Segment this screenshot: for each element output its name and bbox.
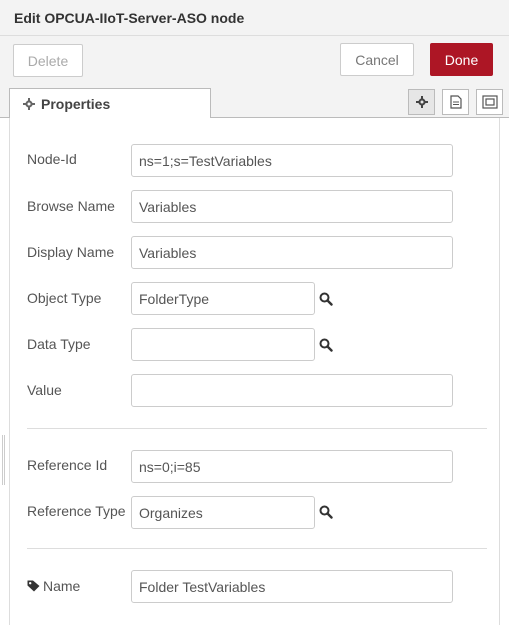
node-id-input[interactable]: ns=1;s=TestVariables	[131, 144, 453, 177]
data-type-label: Data Type	[27, 336, 91, 352]
name-label: Name	[43, 578, 81, 594]
display-name-label: Display Name	[27, 244, 115, 260]
reference-type-input[interactable]: Organizes	[131, 496, 315, 529]
node-id-label: Node-Id	[27, 151, 77, 167]
value-label: Value	[27, 382, 62, 398]
search-icon[interactable]	[319, 292, 333, 306]
tab-properties[interactable]: Properties	[9, 88, 211, 119]
gear-icon	[23, 97, 35, 110]
cancel-button[interactable]: Cancel	[340, 43, 414, 76]
tab-settings[interactable]	[408, 89, 435, 115]
tab-properties-label: Properties	[41, 95, 111, 112]
reference-id-input[interactable]: ns=0;i=85	[131, 450, 453, 483]
tag-icon	[27, 580, 40, 592]
resize-handle[interactable]	[2, 435, 5, 485]
display-name-input[interactable]: Variables	[131, 236, 453, 269]
done-button[interactable]: Done	[430, 43, 493, 76]
reference-id-label: Reference Id	[27, 457, 108, 473]
tray-toolbar: Delete Cancel Done	[0, 36, 509, 86]
browse-name-label: Browse Name	[27, 198, 115, 214]
section-divider	[27, 428, 487, 429]
data-type-input[interactable]	[131, 328, 315, 361]
value-input[interactable]	[131, 374, 453, 407]
section-divider	[27, 548, 487, 549]
tray-header: Edit OPCUA-IIoT-Server-ASO node	[0, 0, 509, 36]
tab-appearance[interactable]	[476, 89, 503, 115]
search-icon[interactable]	[319, 338, 333, 352]
search-icon[interactable]	[319, 505, 333, 519]
name-input[interactable]: Folder TestVariables	[131, 570, 453, 603]
frame-icon	[481, 95, 498, 109]
tab-description[interactable]	[442, 89, 469, 115]
tab-bar: Properties	[0, 86, 509, 119]
tray-title: Edit OPCUA-IIoT-Server-ASO node	[14, 10, 245, 26]
delete-button[interactable]: Delete	[13, 44, 83, 77]
object-type-input[interactable]: FolderType	[131, 282, 315, 315]
browse-name-input[interactable]: Variables	[131, 190, 453, 223]
object-type-label: Object Type	[27, 290, 102, 306]
gear-icon	[415, 96, 428, 108]
reference-type-label: Reference Type	[27, 503, 126, 519]
document-icon	[449, 95, 462, 109]
